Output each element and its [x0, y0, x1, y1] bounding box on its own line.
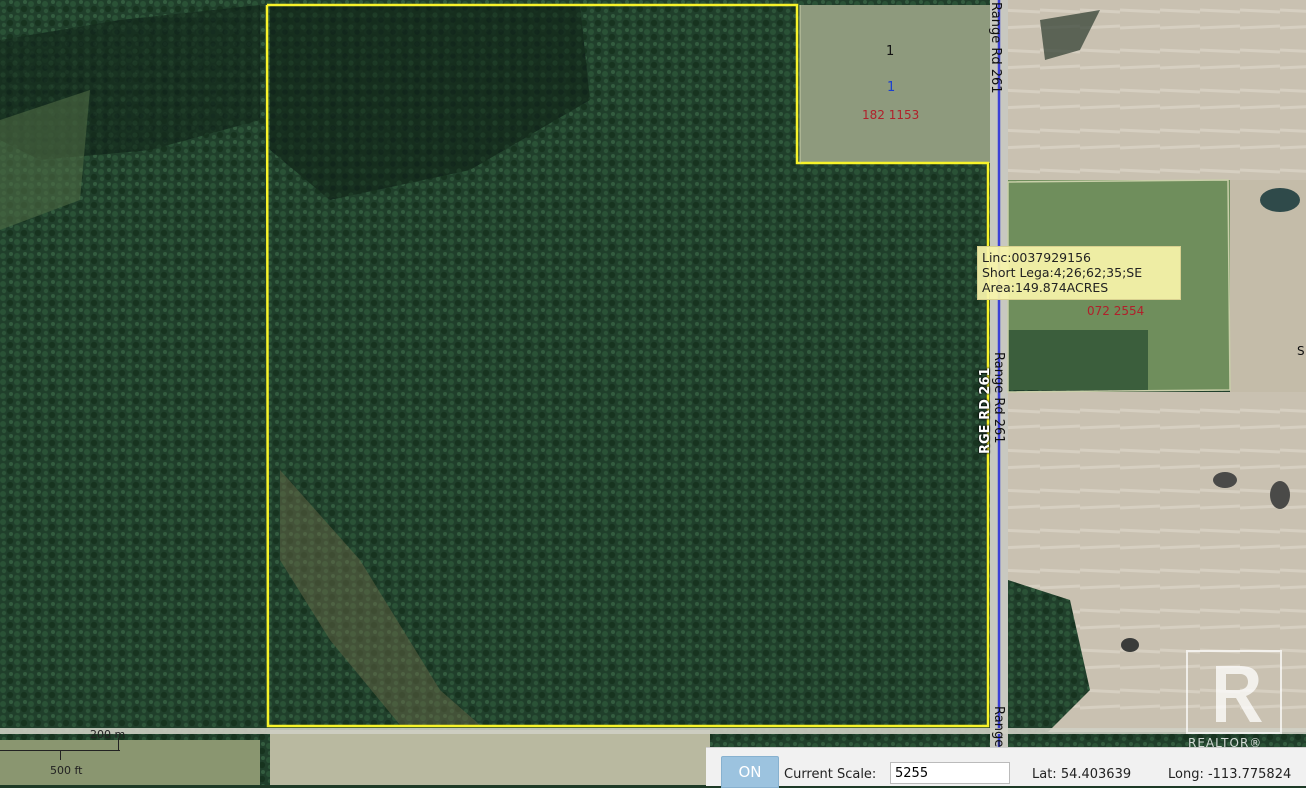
partial-label: S [1297, 344, 1305, 358]
lot-label-north: 1 [886, 44, 895, 59]
realtor-logo-icon [1186, 650, 1282, 734]
parcel-area: Area:149.874ACRES [982, 280, 1109, 295]
latitude-readout: Lat: 54.403639 [1032, 767, 1132, 782]
parcel-short-legal: Short Lega:4;26;62;35;SE [982, 265, 1143, 280]
plan-label-072-2554: 072 2554 [1087, 304, 1145, 318]
longitude-readout: Long: -113.775824 [1168, 767, 1292, 782]
parcel-info-tooltip: Linc:0037929156 Short Lega:4;26;62;35;SE… [977, 246, 1181, 300]
satellite-map[interactable] [0, 0, 1306, 785]
parcel-linc: Linc:0037929156 [982, 250, 1091, 265]
lot-label-north-blue: 1 [887, 80, 896, 95]
map-status-bar: ON Current Scale: Lat: 54.403639 Long: -… [706, 747, 1306, 788]
road-label-range-south: Range [991, 706, 1006, 748]
current-scale-input[interactable] [890, 762, 1010, 784]
field-south [270, 730, 710, 785]
road-label-rge-rd-261: RGE RD 261 [978, 367, 993, 454]
realtor-logo: REALTOR® [1186, 650, 1282, 750]
current-scale-label: Current Scale: [784, 767, 877, 782]
scale-bar-imperial: 500 ft [50, 764, 83, 777]
scale-bar: 200 m 500 ft [0, 728, 140, 780]
road-label-range-rd-261-mid: Range Rd 261 [991, 352, 1006, 444]
on-toggle-button[interactable]: ON [721, 756, 779, 788]
plan-label-182-1153: 182 1153 [862, 108, 920, 122]
scale-bar-metric: 200 m [90, 728, 126, 741]
road-label-range-rd-261-north: Range Rd 261 [988, 2, 1003, 94]
